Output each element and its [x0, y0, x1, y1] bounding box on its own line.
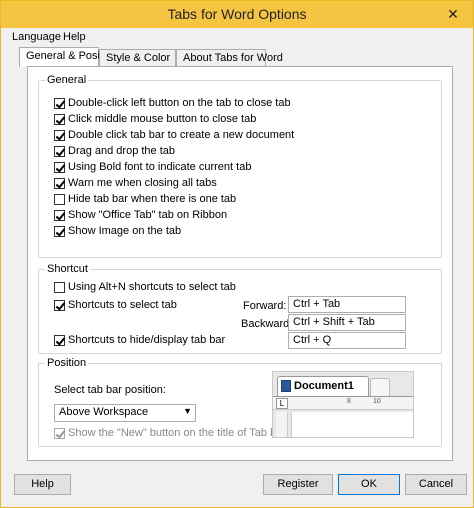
register-button[interactable]: Register: [263, 474, 333, 495]
tab-about[interactable]: About Tabs for Word: [176, 49, 283, 67]
checkbox[interactable]: [54, 427, 65, 439]
option-select-tab-shortcut[interactable]: Shortcuts to select tab: [54, 299, 177, 313]
option-show-ribbon-tab[interactable]: Show "Office Tab" tab on Ribbon: [54, 209, 227, 223]
ruler-number: 8: [347, 398, 351, 405]
backward-shortcut-field[interactable]: Ctrl + Shift + Tab: [288, 314, 406, 331]
option-bold-current[interactable]: Using Bold font to indicate current tab: [54, 161, 251, 175]
checkbox[interactable]: [54, 177, 65, 189]
option-label: Shortcuts to hide/display tab bar: [68, 334, 226, 347]
option-label: Shortcuts to select tab: [68, 299, 177, 312]
word-document-icon: [281, 380, 291, 392]
option-label: Double click tab bar to create a new doc…: [68, 129, 295, 142]
option-double-click-new[interactable]: Double click tab bar to create a new doc…: [54, 129, 294, 143]
option-show-new-button[interactable]: Show the "New" button on the title of Ta…: [54, 427, 286, 441]
ok-button[interactable]: OK: [338, 474, 400, 495]
tab-position-label: Select tab bar position:: [54, 384, 166, 396]
preview-new-tab: [370, 378, 390, 396]
menu-help[interactable]: Help: [63, 31, 86, 43]
window-title: Tabs for Word Options: [167, 6, 307, 22]
checkbox[interactable]: [54, 193, 65, 205]
general-group-title: General: [45, 74, 89, 86]
hide-display-shortcut-field[interactable]: Ctrl + Q: [288, 332, 406, 349]
backward-label: Backward:: [241, 318, 293, 330]
cancel-button[interactable]: Cancel: [405, 474, 467, 495]
forward-shortcut-field[interactable]: Ctrl + Tab: [288, 296, 406, 313]
tab-style-color[interactable]: Style & Color: [99, 49, 176, 67]
ruler-number: 10: [373, 398, 381, 405]
preview-document-label: Document1: [294, 380, 354, 392]
checkbox[interactable]: [54, 129, 65, 141]
option-label: Warn me when closing all tabs: [68, 177, 217, 190]
option-label: Hide tab bar when there is one tab: [68, 193, 237, 206]
menu-bar: Language Help: [1, 28, 473, 48]
option-drag-drop[interactable]: Drag and drop the tab: [54, 145, 175, 159]
checkbox[interactable]: [54, 145, 65, 157]
help-button[interactable]: Help: [14, 474, 71, 495]
checkbox[interactable]: [54, 225, 65, 237]
option-hide-display-shortcut[interactable]: Shortcuts to hide/display tab bar: [54, 334, 225, 348]
checkbox[interactable]: [54, 97, 65, 109]
option-middle-click-close[interactable]: Click middle mouse button to close tab: [54, 113, 256, 127]
general-group: General Double-click left button on the …: [38, 74, 442, 258]
option-alt-n[interactable]: Using Alt+N shortcuts to select tab: [54, 281, 236, 295]
checkbox[interactable]: [54, 161, 65, 173]
option-show-image[interactable]: Show Image on the tab: [54, 225, 181, 239]
title-bar: Tabs for Word Options ✕: [1, 1, 473, 28]
option-warn-close-all[interactable]: Warn me when closing all tabs: [54, 177, 217, 191]
preview-document-tab: Document1: [277, 376, 369, 396]
options-dialog: Tabs for Word Options ✕ Language Help Ge…: [0, 0, 474, 508]
tab-position-select[interactable]: Above Workspace ▼: [54, 404, 196, 422]
shortcut-group: Shortcut Using Alt+N shortcuts to select…: [38, 263, 442, 354]
checkbox[interactable]: [54, 334, 65, 346]
preview-page: [291, 412, 413, 437]
menu-language[interactable]: Language: [12, 31, 61, 43]
preview-ruler: [273, 396, 413, 410]
tab-general-position[interactable]: General & Position: [19, 47, 118, 67]
option-label: Click middle mouse button to close tab: [68, 113, 257, 126]
position-group-title: Position: [45, 357, 89, 369]
option-label: Show the "New" button on the title of Ta…: [68, 427, 286, 440]
option-double-click-close[interactable]: Double-click left button on the tab to c…: [54, 97, 291, 111]
ruler-corner-icon: L: [276, 398, 288, 409]
option-label: Using Bold font to indicate current tab: [68, 161, 252, 174]
option-label: Show "Office Tab" tab on Ribbon: [68, 209, 228, 222]
chevron-down-icon: ▼: [183, 406, 192, 416]
option-label: Show Image on the tab: [68, 225, 182, 238]
preview-left-ruler: [276, 412, 288, 437]
tab-bar-preview: Document1 L 8 10: [272, 371, 414, 438]
option-label: Using Alt+N shortcuts to select tab: [68, 281, 236, 294]
shortcut-group-title: Shortcut: [45, 263, 90, 275]
forward-label: Forward:: [243, 300, 287, 312]
close-icon[interactable]: ✕: [439, 5, 467, 23]
checkbox[interactable]: [54, 281, 65, 293]
option-label: Double-click left button on the tab to c…: [68, 97, 291, 110]
checkbox[interactable]: [54, 113, 65, 125]
option-label: Drag and drop the tab: [68, 145, 176, 158]
checkbox[interactable]: [54, 299, 65, 311]
tab-position-value: Above Workspace: [59, 406, 149, 418]
checkbox[interactable]: [54, 209, 65, 221]
option-hide-tab-bar[interactable]: Hide tab bar when there is one tab: [54, 193, 236, 207]
tab-panel: General Double-click left button on the …: [27, 66, 453, 461]
